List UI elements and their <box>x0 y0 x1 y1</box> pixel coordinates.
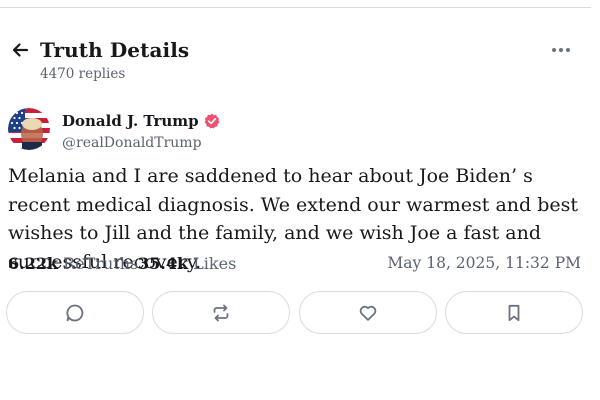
reply-button[interactable] <box>6 291 144 334</box>
like-button[interactable] <box>299 291 437 334</box>
avatar-image <box>8 108 50 150</box>
reply-bubble-icon <box>66 304 84 321</box>
post-actions <box>6 291 584 335</box>
heart-icon <box>359 305 377 321</box>
retruths-label: ReTruths <box>63 254 139 273</box>
bookmark-button[interactable] <box>445 291 583 334</box>
post-author: Donald J. Trump @realDonaldTrump <box>8 108 568 154</box>
likes-label: Likes <box>193 254 237 273</box>
retruth-button[interactable] <box>152 291 290 334</box>
replies-count: 4470 replies <box>40 66 126 82</box>
back-button[interactable] <box>8 38 32 62</box>
top-divider <box>0 0 591 8</box>
likes-stat[interactable]: 35.4k Likes <box>138 254 236 273</box>
retruths-count: 6.22k <box>8 254 59 273</box>
retruths-stat[interactable]: 6.22k ReTruths <box>8 254 138 273</box>
author-name[interactable]: Donald J. Trump <box>62 112 199 130</box>
arrow-left-icon <box>12 43 29 57</box>
more-options-button[interactable] <box>547 38 575 62</box>
more-horizontal-icon <box>552 48 556 52</box>
bookmark-icon <box>508 304 520 321</box>
page-title: Truth Details <box>40 38 190 62</box>
likes-count: 35.4k <box>138 254 189 273</box>
post-stats: 6.22k ReTruths 35.4k Likes May 18, 2025,… <box>8 254 581 276</box>
avatar[interactable] <box>8 108 50 150</box>
post-timestamp: May 18, 2025, 11:32 PM <box>387 254 581 272</box>
author-name-row: Donald J. Trump <box>62 112 220 130</box>
page-header: Truth Details 4470 replies <box>8 34 583 86</box>
author-handle[interactable]: @realDonaldTrump <box>62 135 202 151</box>
verified-badge-icon <box>204 113 220 129</box>
retruth-icon <box>213 304 229 321</box>
